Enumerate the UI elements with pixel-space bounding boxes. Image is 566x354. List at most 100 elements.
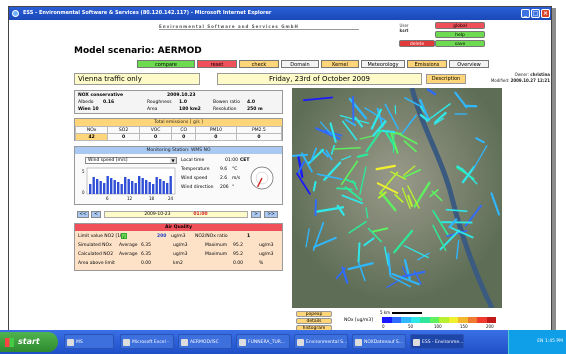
- domain-button[interactable]: Domain: [281, 60, 319, 68]
- road-segment: [357, 242, 361, 263]
- user-box: User ksrt: [387, 23, 421, 33]
- x-tick-6: 6: [106, 196, 109, 201]
- wind-rose-icon: [250, 166, 274, 190]
- save-button[interactable]: save: [435, 40, 485, 47]
- wind-speed-value: 2.6: [220, 176, 228, 181]
- limit-value: 200: [157, 234, 167, 239]
- kernel-button[interactable]: Kernel: [321, 60, 359, 68]
- browser-window: ESS - Environmental Software & Services …: [8, 6, 552, 332]
- albedo-value: 0.16: [103, 100, 115, 105]
- row1-avg: 6.35: [141, 243, 152, 248]
- param-date: 2009.10.23: [167, 93, 196, 98]
- col-so2: SO2: [107, 126, 140, 134]
- color-swatch: [439, 317, 449, 323]
- hourly-bar: [99, 181, 102, 194]
- wind-speed-label: Wind speed: [181, 176, 208, 181]
- delete-button[interactable]: delete: [399, 40, 435, 47]
- check-button[interactable]: check: [239, 60, 279, 68]
- task-funnera[interactable]: FUNNERA_TUR...: [236, 334, 290, 349]
- y-tick-bottom: 0: [82, 190, 85, 195]
- app-icon: [297, 339, 304, 346]
- hourly-bar: [96, 179, 99, 194]
- task-environmental[interactable]: Environmental S...: [294, 334, 348, 349]
- parameter-select[interactable]: Wind speed [m/s] ▼: [85, 157, 177, 164]
- roughness-value: 1.0: [179, 100, 187, 105]
- task-ms[interactable]: MS: [64, 334, 114, 349]
- hourly-bar: [92, 177, 95, 194]
- popexp-button[interactable]: popexp: [296, 311, 332, 317]
- help-button[interactable]: help: [435, 31, 485, 38]
- hourly-bar: [145, 180, 148, 194]
- hourly-bar: [106, 176, 109, 194]
- station-title: Monitoring Station: WMS NO: [75, 147, 282, 154]
- area-above-value: 0.00: [141, 261, 152, 266]
- windows-logo-icon: [5, 338, 14, 347]
- next-button[interactable]: >: [251, 211, 261, 218]
- row1-max-label: Maximum: [205, 243, 228, 248]
- emissions-header-row: NOx SO2 VOC CO PM10 PM2.5: [74, 126, 283, 134]
- pct-unit: %: [259, 261, 264, 266]
- hourly-bar: [138, 176, 141, 194]
- nav-date: 2009-10-23: [144, 212, 171, 217]
- legend-tick-50: 50: [408, 324, 414, 329]
- hourly-bar: [159, 179, 162, 194]
- row2-unit2: ug/m3: [259, 252, 274, 257]
- resolution-value: 250 m: [247, 107, 263, 112]
- scenario-title: Model scenario: AERMOD: [74, 46, 202, 56]
- hourly-bar: [148, 182, 151, 194]
- val-so2: 0: [107, 133, 140, 141]
- emissions-button[interactable]: Emissions: [407, 60, 447, 68]
- row2-label: Calculated NO2: [78, 252, 114, 257]
- task-ess-active[interactable]: ESS - Environme...: [410, 334, 464, 349]
- task-label: ESS - Environme...: [422, 340, 464, 345]
- start-label: start: [18, 337, 40, 346]
- pollution-map[interactable]: [292, 88, 502, 308]
- hourly-bar: [155, 177, 158, 194]
- source-name: Wien 10: [78, 107, 99, 112]
- color-swatch: [391, 317, 401, 323]
- color-swatch: [467, 317, 477, 323]
- legend-tick-0: 0: [382, 324, 385, 329]
- reset-button[interactable]: reset: [197, 60, 237, 68]
- task-aermod[interactable]: AERMOD/ISC: [178, 334, 232, 349]
- hourly-bar: [152, 184, 155, 194]
- compare-button[interactable]: compare: [137, 60, 195, 68]
- minimize-button[interactable]: _: [521, 9, 530, 18]
- overview-button[interactable]: Overview: [449, 60, 489, 68]
- hourly-bar: [110, 178, 113, 194]
- wind-speed-unit: m/s: [232, 176, 241, 181]
- details-button[interactable]: details: [296, 318, 332, 324]
- legend-tick-100: 100: [434, 324, 442, 329]
- limit-label: Limit value NO2 [1h]: [78, 234, 125, 239]
- albedo-label: Albedo: [78, 100, 94, 105]
- col-pm10: PM10: [194, 126, 237, 134]
- last-button[interactable]: >>: [264, 211, 278, 218]
- color-swatch: [429, 317, 439, 323]
- app-icon: [123, 339, 130, 346]
- legend-tick-150: 150: [460, 324, 468, 329]
- col-nox: NOx: [74, 126, 109, 134]
- color-swatch: [420, 317, 430, 323]
- first-button[interactable]: <<: [77, 211, 89, 218]
- task-excel[interactable]: Microsoft Excel -: [120, 334, 174, 349]
- row1-avg-label: Average: [119, 243, 138, 248]
- bowen-label: Bowen ratio: [213, 100, 240, 105]
- global-button[interactable]: global: [435, 22, 485, 29]
- hourly-bar: [166, 183, 169, 194]
- row1-unit1: ug/m3: [173, 243, 188, 248]
- color-swatch: [486, 317, 496, 323]
- road-segment: [292, 153, 309, 157]
- row1-max: 95.2: [233, 243, 244, 248]
- window-title: ESS - Environmental Software & Services …: [23, 10, 272, 16]
- start-button[interactable]: start: [0, 332, 58, 352]
- task-noxdaten[interactable]: NOXDatenauf S...: [352, 334, 406, 349]
- legend-tick-200: 200: [486, 324, 494, 329]
- task-label: MS: [76, 340, 83, 345]
- meteorology-button[interactable]: Meteorology: [361, 60, 405, 68]
- bowen-value: 4.0: [247, 100, 255, 105]
- prev-button[interactable]: <: [91, 211, 101, 218]
- close-button[interactable]: ×: [541, 9, 550, 18]
- parameter-select-value: Wind speed [m/s]: [88, 158, 128, 163]
- description-button[interactable]: Description: [426, 74, 466, 84]
- maximize-button[interactable]: □: [531, 9, 540, 18]
